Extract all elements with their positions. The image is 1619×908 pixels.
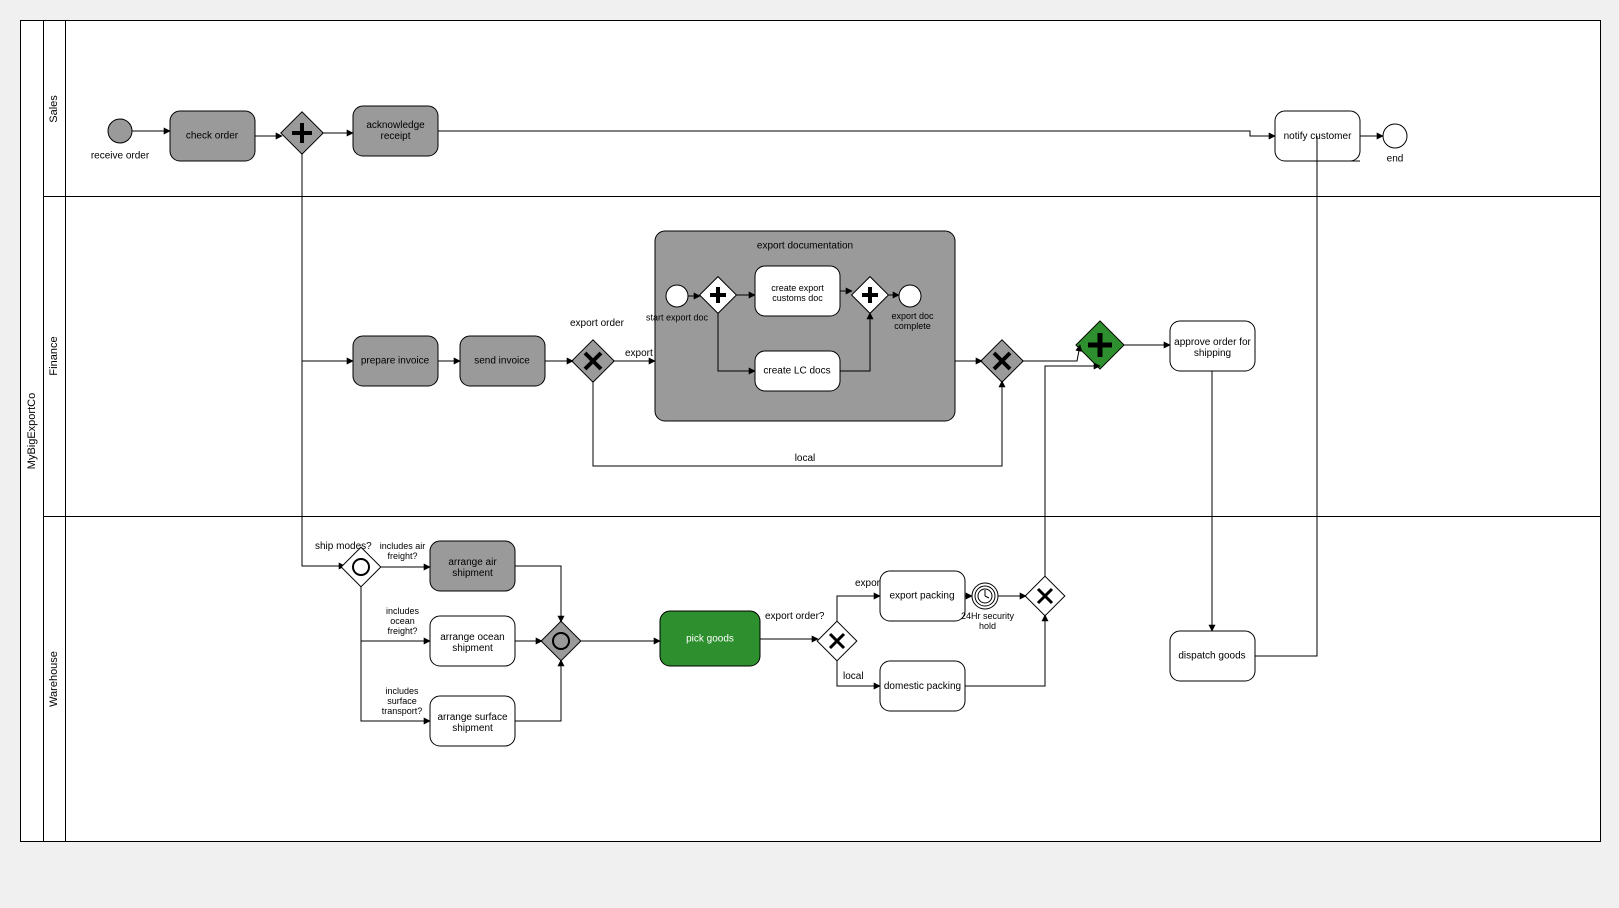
gateway-parallel-split-sales — [281, 112, 323, 154]
bpmn-diagram: MyBigExportCo Sales Finance Warehouse — [20, 20, 1601, 842]
gateway-exclusive-export-order-warehouse — [817, 621, 857, 661]
svg-text:export documentation: export documentation — [757, 241, 853, 252]
bpmn-svg: receive order check order acknowledge re… — [65, 21, 1600, 841]
svg-text:prepare invoice: prepare invoice — [361, 356, 430, 367]
start-event-receive-order — [108, 119, 132, 143]
task-ack-receipt-label-wrap: acknowledge receipt — [353, 106, 438, 156]
svg-text:pick goods: pick goods — [686, 634, 734, 645]
task-check-order-label: check order — [186, 131, 239, 142]
svg-text:send invoice: send invoice — [474, 356, 530, 367]
start-event-export-doc — [666, 285, 688, 307]
svg-text:export: export — [625, 348, 653, 359]
end-event-export-doc — [899, 285, 921, 307]
svg-text:local: local — [843, 671, 864, 682]
svg-text:export packing: export packing — [889, 591, 954, 602]
svg-text:ship modes?: ship modes? — [315, 541, 372, 552]
gateway-parallel-join-green — [1076, 321, 1124, 369]
start-event-label: receive order — [91, 151, 150, 162]
lane-sales-label: Sales — [43, 21, 66, 196]
page-root: MyBigExportCo Sales Finance Warehouse — [0, 0, 1619, 908]
timer-event-security-hold — [972, 583, 998, 609]
svg-text:export: export — [855, 578, 883, 589]
svg-text:local: local — [795, 453, 816, 464]
flow — [302, 153, 353, 361]
flow-ack-to-notify — [438, 131, 1275, 136]
svg-text:dispatch goods: dispatch goods — [1178, 651, 1245, 662]
svg-text:export order?: export order? — [765, 611, 825, 622]
svg-text:create LC docs: create LC docs — [763, 366, 830, 377]
gateway-inclusive-merge-warehouse — [541, 621, 581, 661]
end-event — [1383, 124, 1407, 148]
lane-warehouse-label: Warehouse — [43, 516, 66, 841]
svg-text:end: end — [1387, 154, 1404, 165]
gateway-exclusive-merge-warehouse — [1025, 576, 1065, 616]
gateway-exclusive-merge-finance — [981, 340, 1023, 382]
svg-text:export order: export order — [570, 318, 625, 329]
lane-finance-label: Finance — [43, 196, 66, 516]
pool-label: MyBigExportCo — [21, 21, 44, 841]
gateway-exclusive-export-order — [572, 340, 614, 382]
pool-name: MyBigExportCo — [26, 393, 38, 469]
svg-text:start export doc: start export doc — [646, 312, 709, 322]
